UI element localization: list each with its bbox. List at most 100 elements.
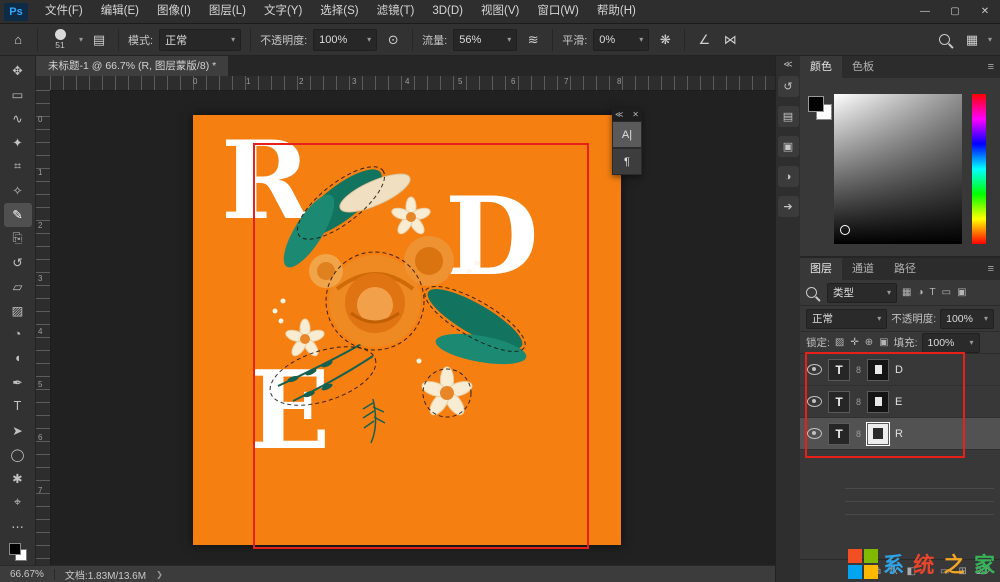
menu-view[interactable]: 视图(V): [472, 0, 528, 23]
layer-mask-thumbnail[interactable]: [867, 391, 889, 413]
filter-shape-icon[interactable]: ▭: [941, 287, 952, 298]
mask-link-icon[interactable]: 8: [856, 429, 861, 439]
pen-pressure-icon[interactable]: ⊙: [383, 29, 403, 51]
character-panel-button[interactable]: A|: [612, 121, 642, 148]
menu-3d[interactable]: 3D(D): [423, 0, 472, 23]
layer-row-e[interactable]: T 8 E: [800, 386, 1000, 418]
lock-position-icon[interactable]: ✛: [849, 337, 859, 348]
zoom-tool[interactable]: ⌖: [4, 490, 32, 514]
layer-opacity-select[interactable]: 100% ▾: [940, 309, 994, 329]
minimize-button[interactable]: —: [910, 0, 940, 24]
collapse-panel-icon[interactable]: ≪: [615, 110, 623, 119]
gear-icon[interactable]: ❋: [655, 29, 675, 51]
dodge-tool[interactable]: ◖: [4, 346, 32, 370]
canvas[interactable]: R D E: [193, 115, 621, 545]
eyedropper-tool[interactable]: ✧: [4, 179, 32, 203]
brush-angle-icon[interactable]: ∠: [694, 29, 714, 51]
brush-preset-picker[interactable]: 51: [47, 29, 73, 50]
menu-edit[interactable]: 编辑(E): [92, 0, 148, 23]
chevron-down-icon[interactable]: ▾: [988, 36, 992, 44]
lock-all-icon[interactable]: ▣: [878, 337, 889, 348]
lock-artboard-icon[interactable]: ⊕: [864, 337, 874, 348]
mask-link-icon[interactable]: 8: [856, 397, 861, 407]
properties-panel-icon[interactable]: ▤: [778, 106, 799, 127]
visibility-eye-icon[interactable]: [807, 364, 822, 375]
search-icon[interactable]: [939, 34, 950, 45]
brush-settings-panel-icon[interactable]: ▤: [89, 29, 109, 51]
libraries-panel-icon[interactable]: ▣: [778, 136, 799, 157]
layer-mask-thumbnail[interactable]: [867, 359, 889, 381]
text-layer-thumbnail[interactable]: T: [828, 391, 850, 413]
home-icon[interactable]: ⌂: [8, 29, 28, 51]
panel-menu-icon[interactable]: ≡: [982, 258, 1000, 280]
visibility-eye-icon[interactable]: [807, 428, 822, 439]
saturation-brightness-field[interactable]: [834, 94, 962, 244]
filter-adjustment-icon[interactable]: ◑: [916, 287, 924, 298]
tab-channels[interactable]: 通道: [842, 258, 884, 280]
export-panel-icon[interactable]: ➔: [778, 196, 799, 217]
workspace-icon[interactable]: ▦: [962, 29, 982, 51]
lock-transparent-icon[interactable]: ▨: [834, 337, 845, 348]
brush-tool[interactable]: ✎: [4, 203, 32, 227]
foreground-color-swatch[interactable]: [808, 96, 828, 116]
flow-select[interactable]: 56% ▾: [453, 29, 517, 51]
paragraph-panel-button[interactable]: ¶: [612, 148, 642, 175]
path-select-tool[interactable]: ➤: [4, 418, 32, 442]
pen-tool[interactable]: ✒: [4, 370, 32, 394]
quick-select-tool[interactable]: ✦: [4, 131, 32, 155]
eraser-tool[interactable]: ▱: [4, 275, 32, 299]
shape-tool[interactable]: ◯: [4, 442, 32, 466]
color-field-cursor[interactable]: [840, 225, 850, 235]
mode-select[interactable]: 正常 ▾: [159, 29, 241, 51]
maximize-button[interactable]: ▢: [940, 0, 970, 24]
tab-color[interactable]: 颜色: [800, 56, 842, 78]
fill-select[interactable]: 100% ▾: [922, 333, 980, 353]
chevron-down-icon[interactable]: ▾: [79, 36, 83, 44]
airbrush-icon[interactable]: ≋: [523, 29, 543, 51]
blur-tool[interactable]: ◔: [4, 322, 32, 346]
zoom-level[interactable]: 66.67%: [10, 569, 44, 580]
menu-select[interactable]: 选择(S): [311, 0, 367, 23]
tab-swatches[interactable]: 色板: [842, 56, 884, 78]
foreground-background-swatch[interactable]: [9, 543, 27, 561]
text-layer-thumbnail[interactable]: T: [828, 423, 850, 445]
filter-pixel-icon[interactable]: ▦: [901, 287, 912, 298]
blend-mode-select[interactable]: 正常 ▾: [806, 309, 887, 329]
hue-slider[interactable]: [972, 94, 986, 244]
menu-file[interactable]: 文件(F): [36, 0, 92, 23]
menu-help[interactable]: 帮助(H): [588, 0, 645, 23]
type-tool[interactable]: T: [4, 394, 32, 418]
menu-type[interactable]: 文字(Y): [255, 0, 311, 23]
smoothing-select[interactable]: 0% ▾: [593, 29, 649, 51]
hand-tool[interactable]: ✱: [4, 466, 32, 490]
history-panel-icon[interactable]: ↺: [778, 76, 799, 97]
document-tab[interactable]: 未标题-1 @ 66.7% (R, 图层蒙版/8) *: [36, 56, 228, 76]
adjustments-panel-icon[interactable]: ◑: [778, 166, 799, 187]
text-layer-thumbnail[interactable]: T: [828, 359, 850, 381]
layer-row-d[interactable]: T 8 D: [800, 354, 1000, 386]
visibility-eye-icon[interactable]: [807, 396, 822, 407]
clone-stamp-tool[interactable]: ⎘: [4, 227, 32, 251]
lasso-tool[interactable]: ∿: [4, 107, 32, 131]
menu-layer[interactable]: 图层(L): [200, 0, 255, 23]
panel-menu-icon[interactable]: ≡: [982, 56, 1000, 78]
layer-filter-select[interactable]: 类型 ▾: [827, 283, 897, 303]
tab-layers[interactable]: 图层: [800, 258, 842, 280]
menu-window[interactable]: 窗口(W): [528, 0, 588, 23]
marquee-tool[interactable]: ▭: [4, 83, 32, 107]
filter-type-icon[interactable]: T: [929, 287, 937, 298]
menu-filter[interactable]: 滤镜(T): [368, 0, 424, 23]
move-tool[interactable]: ✥: [4, 59, 32, 83]
expand-panels-icon[interactable]: ≪: [783, 59, 792, 70]
symmetry-icon[interactable]: ⋈: [720, 29, 740, 51]
close-button[interactable]: ✕: [970, 0, 1000, 24]
layer-row-r[interactable]: T 8 R: [800, 418, 1000, 450]
filter-smart-icon[interactable]: ▣: [956, 287, 967, 298]
layer-mask-thumbnail-selected[interactable]: [867, 423, 889, 445]
gradient-tool[interactable]: ▨: [4, 299, 32, 323]
history-brush-tool[interactable]: ↺: [4, 251, 32, 275]
status-arrow-icon[interactable]: ❯: [156, 570, 163, 579]
tab-paths[interactable]: 路径: [884, 258, 926, 280]
close-panel-icon[interactable]: ✕: [632, 110, 639, 119]
crop-tool[interactable]: ⌗: [4, 155, 32, 179]
